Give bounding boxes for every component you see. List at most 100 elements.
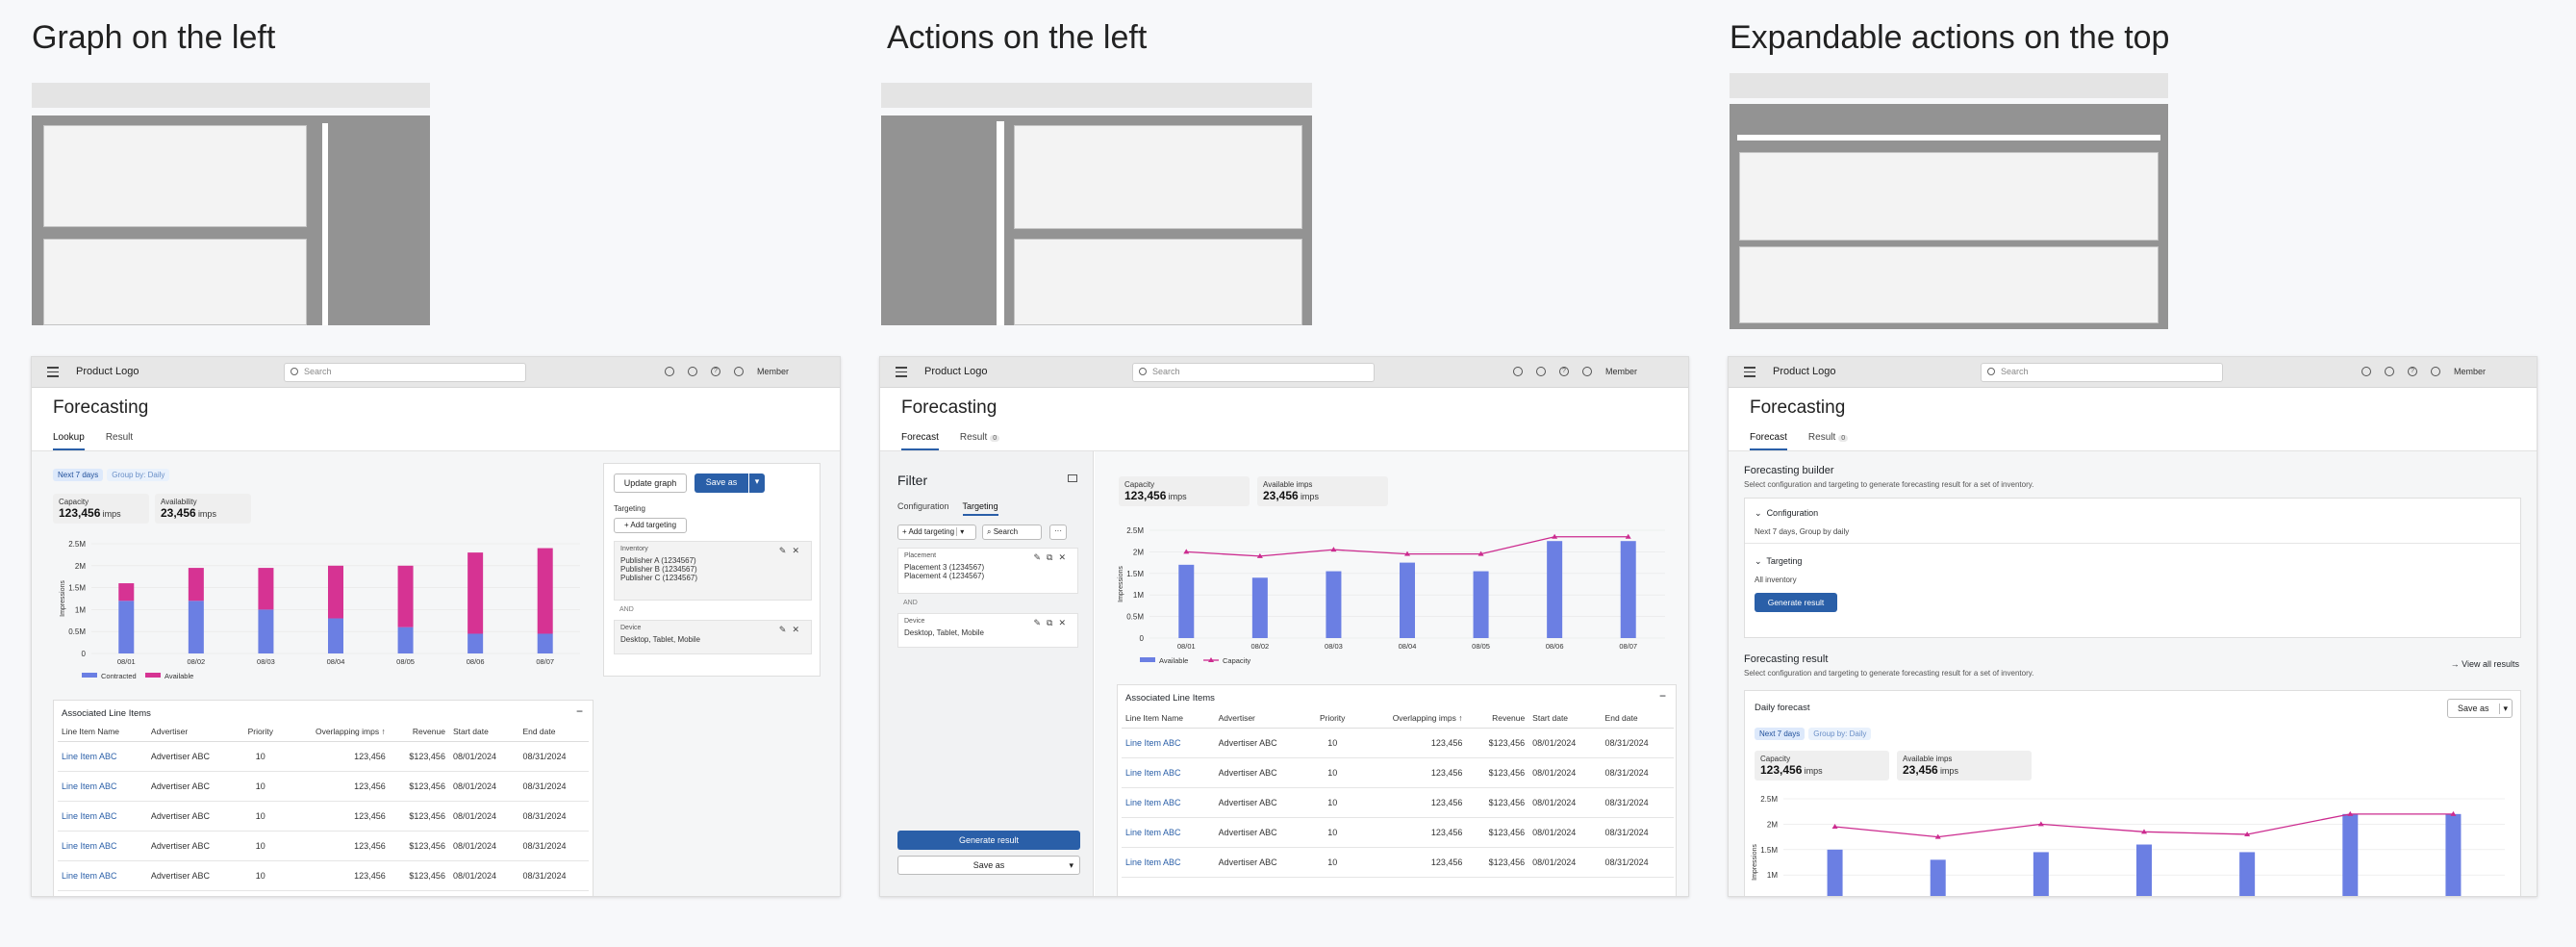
column-header[interactable]: Line Item Name [58,722,147,742]
close-icon[interactable]: ✕ [792,625,805,634]
chip-date-range[interactable]: Next 7 days [1755,728,1806,740]
column-header[interactable]: Line Item Name [1122,708,1215,729]
member-menu[interactable]: Member [1605,367,1637,376]
help-icon[interactable]: ? [1559,367,1569,376]
chip-date-range[interactable]: Next 7 days [53,469,104,481]
line-item-link[interactable]: Line Item ABC [1122,728,1215,758]
subtab-targeting[interactable]: Targeting [962,501,998,516]
search-input[interactable]: Search [1981,363,2223,382]
collapse-icon[interactable]: − [1659,689,1666,703]
copy-icon[interactable]: ⧉ [1047,552,1058,562]
table-cell: Advertiser ABC [1214,847,1309,878]
column-header[interactable]: Priority [238,722,284,742]
chevron-down-icon[interactable]: ▾ [749,474,765,493]
user-icon[interactable] [734,367,744,376]
configuration-toggle[interactable]: ⌄ Configuration [1755,508,1818,519]
theme-icon[interactable] [665,367,674,376]
edit-icon[interactable]: ✎ [1033,552,1047,562]
edit-icon[interactable]: ✎ [1033,618,1047,627]
line-item-link[interactable]: Line Item ABC [1122,817,1215,848]
column-header[interactable]: Start date [448,722,519,742]
column-header[interactable]: End date [1601,708,1674,729]
table-cell: 08/31/2024 [518,831,589,861]
tab-forecast[interactable]: Forecast [901,432,939,450]
column-header[interactable]: Advertiser [1214,708,1309,729]
column-header[interactable]: Start date [1528,708,1602,729]
search-input[interactable]: Search [1132,363,1375,382]
stat-capacity: Capacity 123,456 imps [1119,476,1250,506]
close-icon[interactable]: ✕ [1058,618,1072,627]
close-icon[interactable]: ✕ [792,546,805,555]
table-cell: 123,456 [1355,847,1467,878]
view-all-results-link[interactable]: → View all results [2451,659,2519,669]
filter-search-input[interactable]: ⌕ Search [982,525,1042,540]
bell-icon[interactable] [2385,367,2394,376]
user-icon[interactable] [1582,367,1592,376]
generate-result-button[interactable]: Generate result [1755,593,1837,612]
table-cell: 08/01/2024 [1528,817,1602,848]
column-header[interactable]: Advertiser [146,722,239,742]
table-cell: 08/01/2024 [1528,787,1602,818]
bell-icon[interactable] [688,367,697,376]
tab-result[interactable]: Result 0 [1808,432,1849,450]
column-header[interactable]: End date [518,722,589,742]
chip-group-by[interactable]: Group by: Daily [1808,728,1872,740]
column-header[interactable]: Revenue [1466,708,1529,729]
edit-icon[interactable]: ✎ [779,546,793,555]
line-item-link[interactable]: Line Item ABC [58,831,147,861]
member-menu[interactable]: Member [2454,367,2486,376]
update-graph-button[interactable]: Update graph [614,474,687,493]
edit-icon[interactable]: ✎ [779,625,793,634]
generate-result-button[interactable]: Generate result [897,831,1080,850]
menu-icon[interactable] [47,367,59,377]
column-header[interactable]: Priority [1308,708,1356,729]
collapse-icon[interactable]: − [576,704,583,718]
x-tick-label: 08/05 [1472,642,1490,651]
more-icon[interactable]: ··· [1049,525,1067,540]
theme-icon[interactable] [2361,367,2371,376]
search-input[interactable]: Search [284,363,526,382]
line-item-link[interactable]: Line Item ABC [1122,787,1215,818]
chip-group-by[interactable]: Group by: Daily [107,469,170,481]
tab-result[interactable]: Result 0 [960,432,1000,450]
save-as-button[interactable]: Save as ▾ [897,856,1080,875]
theme-icon[interactable] [1513,367,1523,376]
help-icon[interactable]: ? [2408,367,2417,376]
add-targeting-button[interactable]: + Add targeting ▾ [897,525,976,540]
user-icon[interactable] [2431,367,2440,376]
close-icon[interactable]: ✕ [1058,552,1072,562]
tab-lookup[interactable]: Lookup [53,432,85,450]
line-item-link[interactable]: Line Item ABC [58,771,147,802]
subtab-configuration[interactable]: Configuration [897,501,949,516]
table-cell: 123,456 [1355,757,1467,788]
menu-icon[interactable] [896,367,907,377]
save-as-button[interactable]: Save as [695,474,748,493]
targeting-toggle[interactable]: ⌄ Targeting [1755,556,1802,567]
line-item-link[interactable]: Line Item ABC [58,741,147,772]
line-item-link[interactable]: Line Item ABC [58,860,147,891]
y-tick-label: 2M [1767,820,1778,829]
tab-result[interactable]: Result [106,432,133,450]
menu-icon[interactable] [1744,367,1755,377]
table-cell: Advertiser ABC [1214,787,1309,818]
collapse-panel-icon[interactable] [1068,474,1077,482]
bell-icon[interactable] [1536,367,1546,376]
save-as-button[interactable]: Save as ▾ [2447,699,2513,718]
column-header[interactable]: Revenue [389,722,449,742]
copy-icon[interactable]: ⧉ [1047,618,1058,627]
line-item-link[interactable]: Line Item ABC [1122,757,1215,788]
member-menu[interactable]: Member [757,367,789,376]
line-item-link[interactable]: Line Item ABC [58,801,147,832]
table-cell: 123,456 [283,771,390,802]
column-header[interactable]: Overlapping imps ↑ [283,722,390,742]
line-item-link[interactable]: Line Item ABC [1122,847,1215,878]
help-icon[interactable]: ? [711,367,720,376]
bar-line-chart: 0.5M1M1.5M2M2.5MImpressions [1752,795,2505,896]
column-header[interactable]: Overlapping imps ↑ [1355,708,1467,729]
graph-panel: Next 7 days Group by: Daily Capacity 123,4… [53,463,593,686]
tab-forecast[interactable]: Forecast [1750,432,1787,450]
add-targeting-button[interactable]: + Add targeting [614,518,687,533]
x-tick-label: 08/06 [1546,642,1564,651]
table-cell: 08/31/2024 [1601,757,1674,788]
mockup-graph-left: Product Logo Search ? Member Forecasting… [31,356,841,897]
